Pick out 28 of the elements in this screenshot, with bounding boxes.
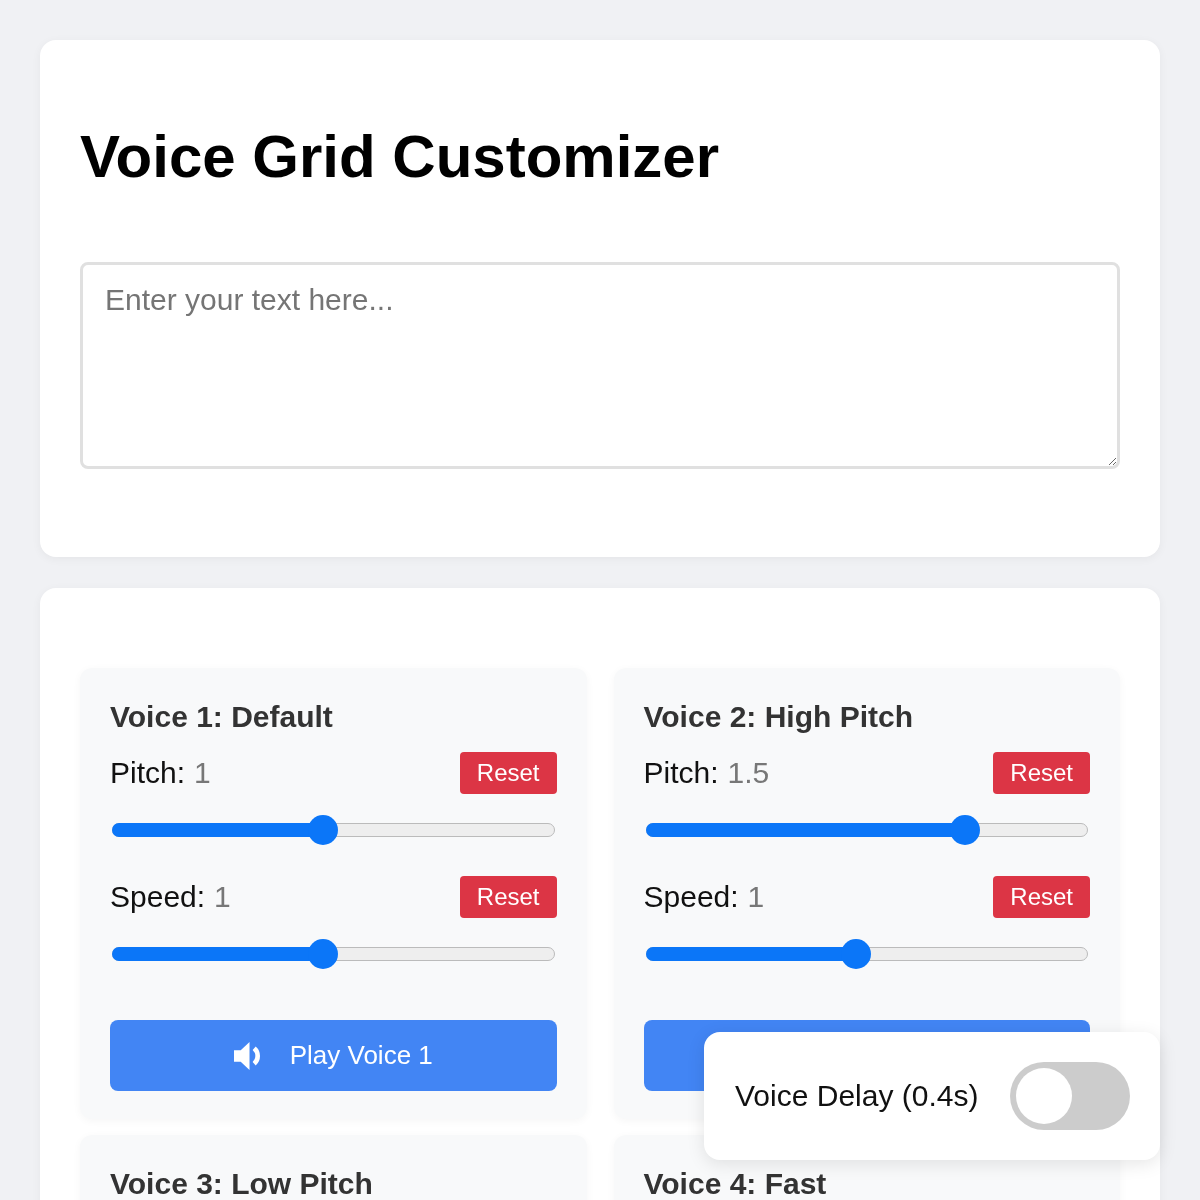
- delay-label: Voice Delay (0.4s): [735, 1079, 979, 1113]
- control-value: 1.5: [727, 756, 770, 790]
- control-value: 1: [214, 880, 231, 914]
- reset-button[interactable]: Reset: [459, 876, 557, 918]
- slider-track[interactable]: [112, 939, 555, 969]
- voice-title: Voice 1: Default: [110, 701, 334, 733]
- page-title: Voice Grid Customizer: [80, 122, 721, 192]
- control-value: 1: [747, 880, 765, 914]
- reset-button[interactable]: Reset: [993, 876, 1090, 918]
- voice-title: Voice 3: Low Pitch: [110, 1168, 374, 1200]
- voice-title: Voice 4: Fast: [643, 1168, 828, 1200]
- text-input-field[interactable]: Enter your text here...: [80, 262, 1120, 469]
- slider-thumb[interactable]: [307, 939, 338, 969]
- slider-track[interactable]: [112, 815, 555, 845]
- control-label: Speed:: [643, 880, 739, 914]
- slider-track[interactable]: [645, 939, 1088, 969]
- slider-thumb[interactable]: [307, 815, 338, 845]
- control-value: 1: [194, 756, 211, 790]
- slider-track[interactable]: [645, 815, 1088, 845]
- slider-thumb[interactable]: [949, 815, 980, 845]
- voice-title: Voice 2: High Pitch: [643, 701, 914, 733]
- control-label: Speed:: [110, 880, 206, 914]
- reset-button[interactable]: Reset: [459, 752, 557, 794]
- control-label: Pitch:: [110, 756, 186, 790]
- slider-thumb[interactable]: [841, 939, 871, 969]
- reset-button[interactable]: Reset: [993, 752, 1090, 794]
- control-label: Pitch:: [643, 756, 719, 790]
- play-button[interactable]: Play Voice 1: [110, 1020, 557, 1091]
